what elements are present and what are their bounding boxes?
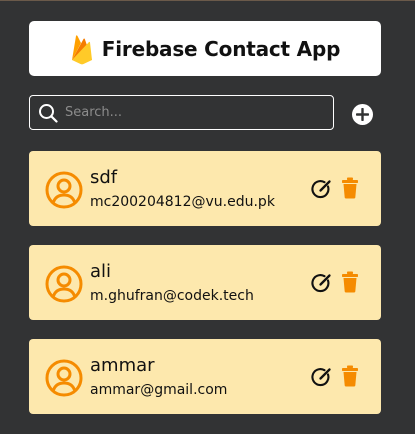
edit-icon[interactable] bbox=[311, 179, 332, 200]
search-input[interactable] bbox=[65, 98, 327, 127]
contact-card: ali m.ghufran@codek.tech bbox=[29, 245, 381, 320]
user-avatar-icon bbox=[45, 265, 83, 303]
trash-icon[interactable] bbox=[341, 365, 359, 387]
add-contact-button[interactable] bbox=[352, 104, 373, 125]
contact-email: mc200204812@vu.edu.pk bbox=[90, 194, 275, 210]
contact-name: sdf bbox=[90, 167, 118, 188]
firebase-flame-icon bbox=[71, 34, 92, 64]
user-avatar-icon bbox=[45, 359, 83, 397]
app-title: Firebase Contact App bbox=[101, 36, 341, 61]
contact-name: ammar bbox=[90, 355, 155, 376]
user-avatar-icon bbox=[45, 171, 83, 209]
plus-icon bbox=[356, 108, 369, 121]
contact-app: Firebase Contact App sdf mc200204812 bbox=[29, 21, 381, 414]
trash-icon[interactable] bbox=[341, 177, 359, 199]
contact-email: ammar@gmail.com bbox=[90, 382, 228, 398]
edit-icon[interactable] bbox=[311, 273, 332, 294]
search-box[interactable] bbox=[29, 95, 334, 130]
search-icon bbox=[39, 104, 58, 123]
app-header: Firebase Contact App bbox=[29, 21, 381, 76]
window-top-border bbox=[0, 0, 415, 1]
edit-icon[interactable] bbox=[311, 367, 332, 388]
contact-name: ali bbox=[90, 261, 112, 282]
contact-card: sdf mc200204812@vu.edu.pk bbox=[29, 151, 381, 226]
search-row bbox=[29, 95, 381, 133]
contact-card: ammar ammar@gmail.com bbox=[29, 339, 381, 414]
trash-icon[interactable] bbox=[341, 271, 359, 293]
contact-list: sdf mc200204812@vu.edu.pk ali m.ghufran@… bbox=[29, 151, 381, 433]
contact-email: m.ghufran@codek.tech bbox=[90, 288, 254, 304]
